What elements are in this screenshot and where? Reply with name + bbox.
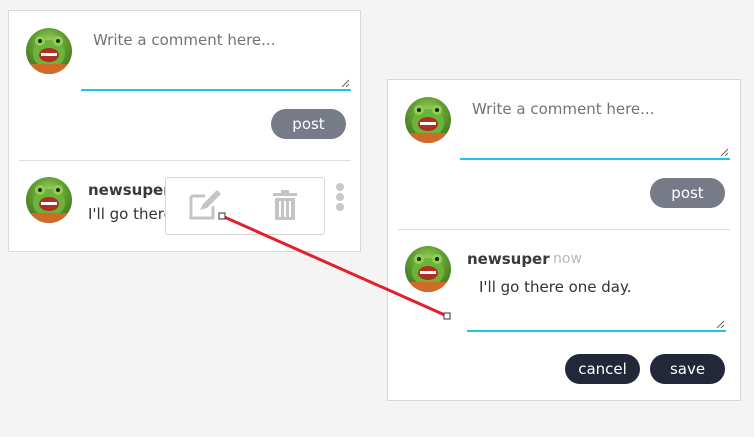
resize-grip-icon[interactable] bbox=[341, 79, 349, 87]
comment-input[interactable]: Write a comment here... bbox=[81, 23, 351, 91]
resize-grip-icon[interactable] bbox=[720, 148, 728, 156]
divider bbox=[19, 160, 351, 161]
edit-icon[interactable] bbox=[188, 190, 222, 220]
kebab-menu-icon[interactable] bbox=[334, 183, 346, 211]
post-button[interactable]: post bbox=[650, 178, 725, 208]
divider bbox=[398, 229, 730, 230]
avatar bbox=[26, 28, 72, 74]
save-button[interactable]: save bbox=[650, 354, 725, 384]
trash-icon[interactable] bbox=[272, 190, 298, 222]
comment-actions-popup bbox=[165, 177, 325, 235]
comment-avatar bbox=[26, 177, 72, 223]
frog-avatar-image bbox=[30, 36, 68, 74]
comment-placeholder: Write a comment here... bbox=[93, 31, 276, 49]
frog-avatar-image bbox=[30, 185, 68, 223]
comment-username: newsuper bbox=[467, 250, 550, 268]
edit-comment-textarea[interactable]: I'll go there one day. bbox=[467, 270, 726, 332]
avatar bbox=[405, 97, 451, 143]
frog-avatar-image bbox=[409, 254, 447, 292]
resize-grip-icon[interactable] bbox=[716, 320, 724, 328]
comment-input[interactable]: Write a comment here... bbox=[460, 92, 730, 160]
comment-username: newsuper bbox=[88, 181, 171, 199]
cancel-button[interactable]: cancel bbox=[565, 354, 640, 384]
edit-comment-value: I'll go there one day. bbox=[479, 278, 632, 296]
comment-card-editing: Write a comment here... post newsuper no… bbox=[387, 79, 741, 401]
post-button[interactable]: post bbox=[271, 109, 346, 139]
comment-avatar bbox=[405, 246, 451, 292]
comment-placeholder: Write a comment here... bbox=[472, 100, 655, 118]
frog-avatar-image bbox=[409, 105, 447, 143]
comment-timestamp: now bbox=[553, 251, 582, 267]
